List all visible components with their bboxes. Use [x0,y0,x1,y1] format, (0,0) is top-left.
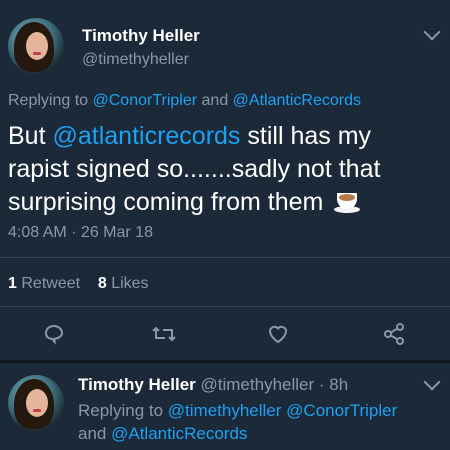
reply-author-handle[interactable]: @timethyheller [201,375,315,394]
retweet-stat[interactable]: 1 Retweet [8,275,80,292]
tweet-separator [0,360,450,363]
tweet-text: But @atlanticrecords still has my rapist… [8,120,438,219]
action-bar [0,318,450,350]
share-icon[interactable] [378,318,410,350]
retweet-icon[interactable] [148,318,180,350]
reply-author-name[interactable]: Timothy Heller [78,375,196,394]
tweet-text-part: But [8,122,46,150]
coffee-emoji [334,191,361,213]
avatar[interactable] [8,18,64,74]
chevron-down-icon[interactable] [423,23,441,41]
reply-replying-to: Replying to @timethyheller @ConorTripler [78,401,397,421]
mention-link[interactable]: @timethyheller [168,401,282,420]
replying-prefix: Replying to [78,401,164,420]
replying-prefix: Replying to [8,92,89,109]
reply-header: Timothy Heller @timethyheller · 8h [78,375,348,395]
divider [0,306,450,307]
avatar[interactable] [8,375,64,431]
reply-replying-to-cont: and @AtlanticRecords [78,424,247,444]
mention-link[interactable]: @ConorTripler [93,92,198,109]
mention-link[interactable]: @AtlanticRecords [233,92,361,109]
tweet-stats: 1 Retweet 8 Likes [8,275,149,293]
main-tweet: Timothy Heller @timethyheller Replying t… [0,0,450,360]
tweet-timestamp[interactable]: 4:08 AM · 26 Mar 18 [8,224,153,242]
likes-stat[interactable]: 8 Likes [98,275,149,292]
replying-and: and [201,92,229,109]
replying-and: and [78,424,107,443]
mention-link[interactable]: @atlanticrecords [52,122,240,150]
author-handle[interactable]: @timethyheller [82,51,189,69]
replying-to: Replying to @ConorTripler and @AtlanticR… [8,92,361,110]
like-icon[interactable] [262,318,294,350]
mention-link[interactable]: @ConorTripler [286,401,397,420]
mention-link[interactable]: @AtlanticRecords [111,424,247,443]
chevron-down-icon[interactable] [423,373,441,391]
reply-icon[interactable] [38,318,70,350]
reply-time[interactable]: · 8h [319,375,348,394]
author-name[interactable]: Timothy Heller [82,26,200,46]
divider [0,257,450,258]
